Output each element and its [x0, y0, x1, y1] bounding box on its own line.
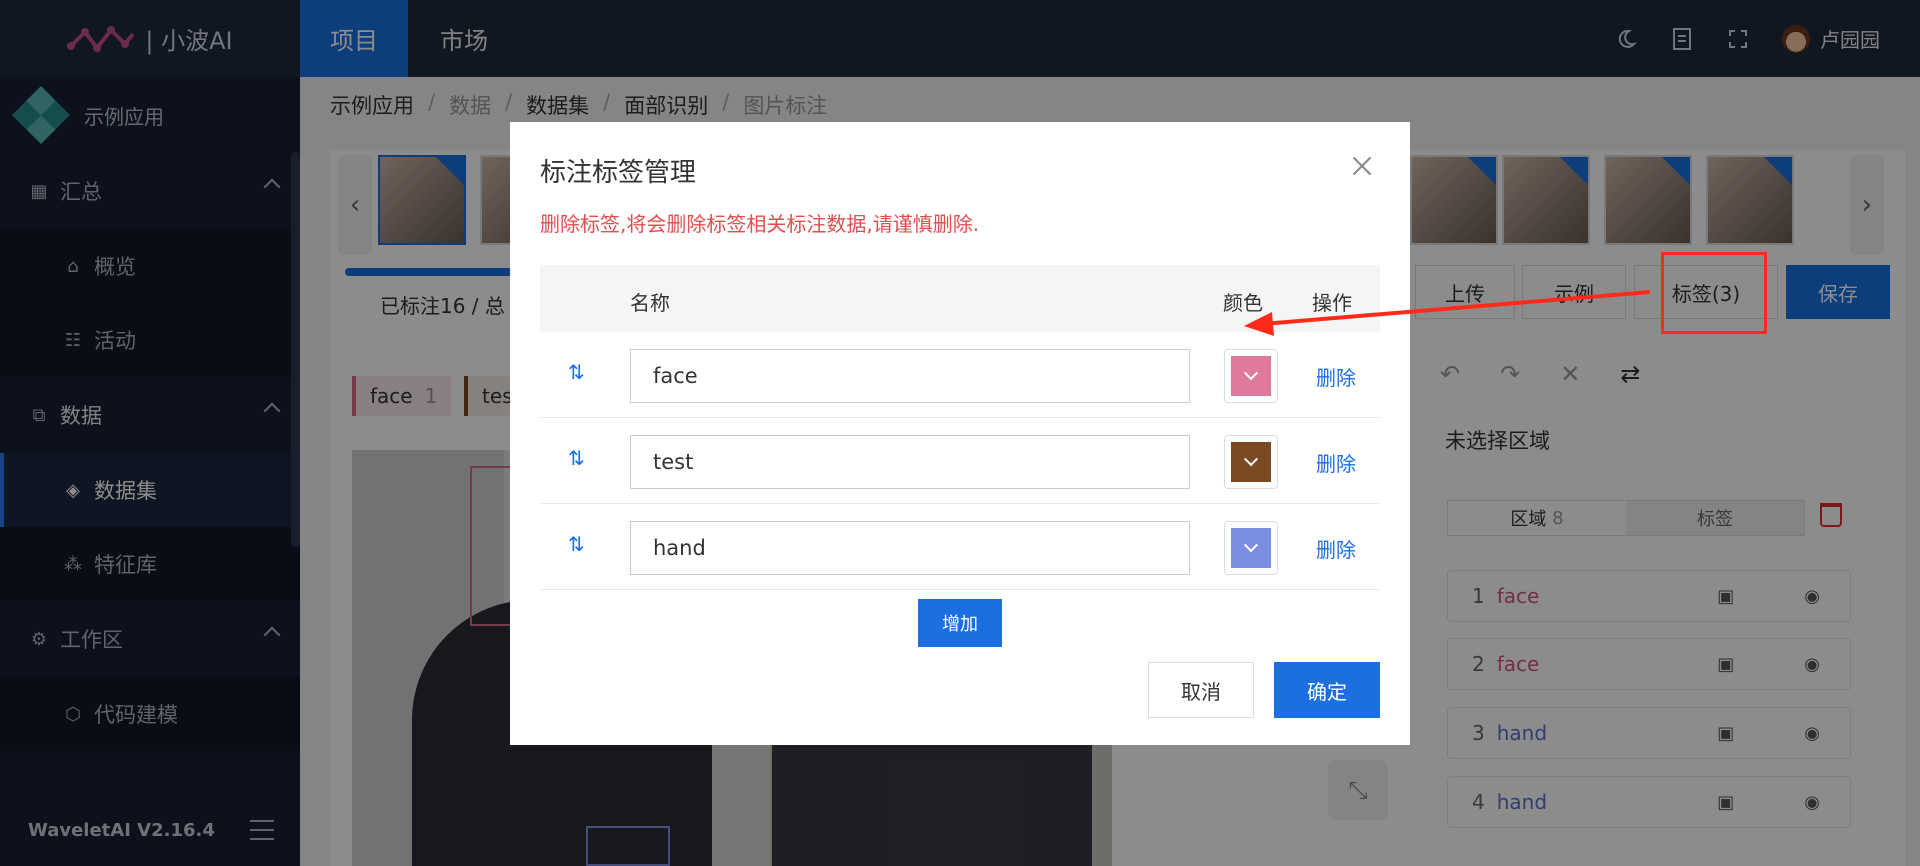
table-row: ⇅ 删除 — [540, 504, 1380, 590]
table-row: ⇅ 删除 — [540, 332, 1380, 418]
label-name-input[interactable] — [630, 349, 1190, 403]
delete-link[interactable]: 删除 — [1316, 534, 1356, 563]
sort-handle-icon[interactable]: ⇅ — [568, 446, 585, 470]
confirm-button[interactable]: 确定 — [1274, 662, 1380, 718]
column-action: 操作 — [1312, 291, 1352, 315]
color-swatch — [1231, 528, 1271, 568]
cancel-button[interactable]: 取消 — [1148, 662, 1254, 718]
label-table: 名称 颜色 操作 ⇅ 删除 ⇅ 删除 ⇅ 删除 — [540, 265, 1380, 590]
color-picker[interactable] — [1224, 435, 1278, 489]
sort-handle-icon[interactable]: ⇅ — [568, 360, 585, 384]
delete-link[interactable]: 删除 — [1316, 448, 1356, 477]
column-color: 颜色 — [1223, 291, 1263, 315]
label-manager-dialog: 标注标签管理 删除标签,将会删除标签相关标注数据,请谨慎删除. 名称 颜色 操作… — [510, 122, 1410, 745]
table-header: 名称 颜色 操作 — [540, 265, 1380, 332]
table-row: ⇅ 删除 — [540, 418, 1380, 504]
delete-link[interactable]: 删除 — [1316, 362, 1356, 391]
color-picker[interactable] — [1224, 349, 1278, 403]
chevron-down-icon — [1243, 538, 1259, 553]
add-label-button[interactable]: 增加 — [918, 599, 1002, 647]
color-swatch — [1231, 356, 1271, 396]
chevron-down-icon — [1243, 366, 1259, 381]
color-swatch — [1231, 442, 1271, 482]
close-icon[interactable] — [1350, 154, 1374, 178]
color-picker[interactable] — [1224, 521, 1278, 575]
annotation-highlight — [1661, 252, 1767, 334]
column-name: 名称 — [630, 291, 670, 315]
sort-handle-icon[interactable]: ⇅ — [568, 532, 585, 556]
label-name-input[interactable] — [630, 521, 1190, 575]
chevron-down-icon — [1243, 452, 1259, 467]
label-name-input[interactable] — [630, 435, 1190, 489]
dialog-title: 标注标签管理 — [540, 158, 697, 188]
warning-text: 删除标签,将会删除标签相关标注数据,请谨慎删除. — [540, 212, 980, 236]
